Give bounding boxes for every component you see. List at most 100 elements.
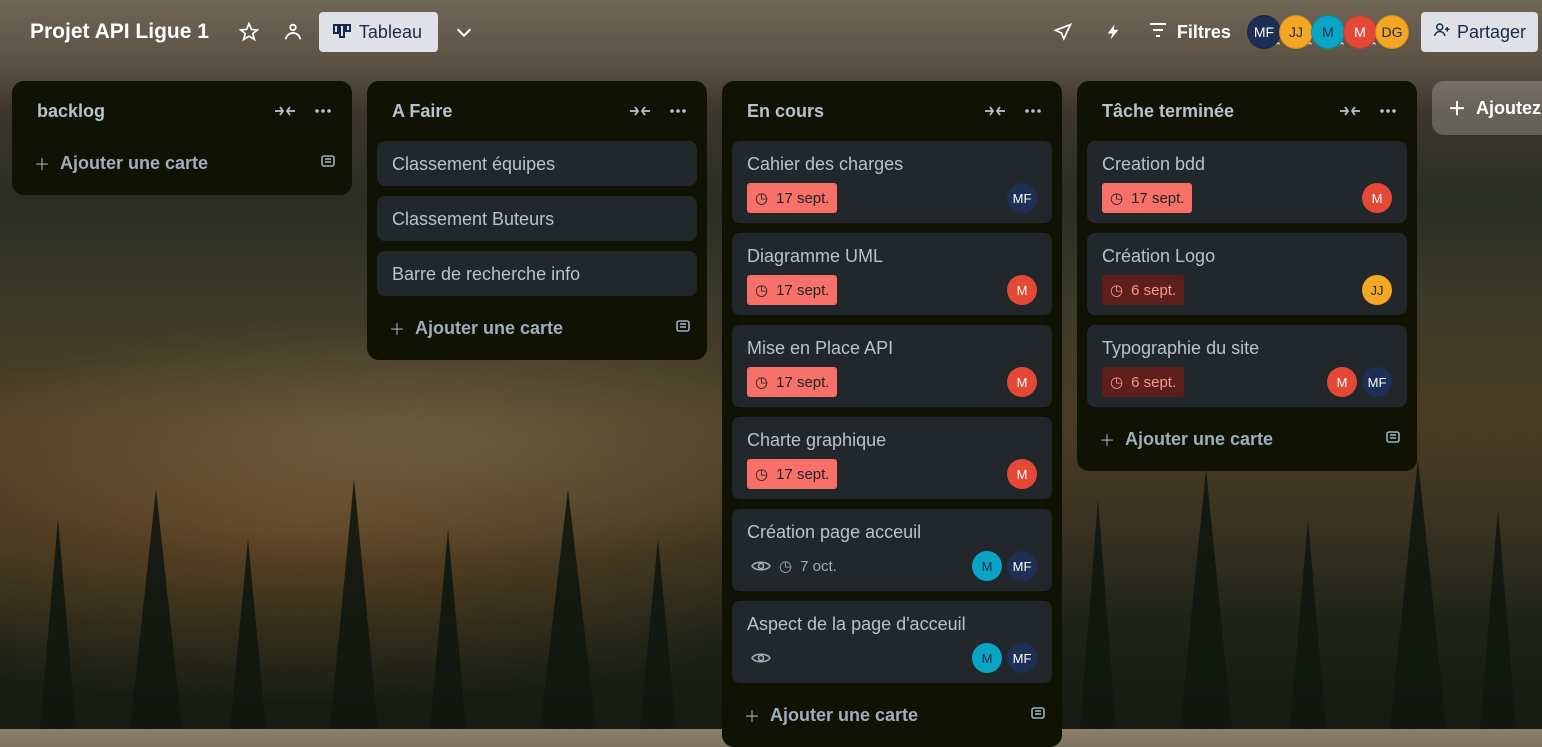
card[interactable]: Mise en Place API ◷ 17 sept. M — [732, 325, 1052, 407]
avatar[interactable]: MF ⌃ — [1246, 15, 1282, 51]
plus-icon: ＋ — [1448, 99, 1466, 119]
collapse-icon[interactable] — [272, 98, 298, 124]
eye-icon — [751, 651, 771, 665]
eye-icon — [751, 559, 771, 573]
more-icon[interactable] — [665, 98, 691, 124]
template-icon[interactable] — [320, 153, 336, 174]
card-title: Création page acceuil — [747, 522, 922, 542]
add-card-button[interactable]: ＋ Ajouter une carte — [732, 693, 1052, 737]
card[interactable]: Charte graphique ◷ 17 sept. M — [732, 417, 1052, 499]
view-switcher-button[interactable]: Tableau — [318, 12, 438, 52]
avatar[interactable]: JJ — [1362, 275, 1392, 305]
avatar[interactable]: M — [972, 551, 1002, 581]
admin-badge-icon: ⌃ — [1338, 41, 1346, 51]
due-date-badge[interactable]: ◷ 6 sept. — [1102, 367, 1185, 397]
due-date-badge[interactable]: ◷ 17 sept. — [1102, 183, 1193, 213]
list-header: A Faire — [377, 81, 697, 141]
card[interactable]: Diagramme UML ◷ 17 sept. M — [732, 233, 1052, 315]
add-list-button[interactable]: ＋ Ajoutez — [1432, 81, 1542, 135]
list-title[interactable]: A Faire — [392, 101, 627, 122]
template-icon[interactable] — [1030, 705, 1046, 726]
add-card-button[interactable]: ＋ Ajouter une carte — [22, 141, 342, 185]
card[interactable]: Creation bdd ◷ 17 sept. M — [1087, 141, 1407, 223]
card[interactable]: Classement Buteurs — [377, 196, 697, 241]
card-title: Mise en Place API — [747, 338, 894, 358]
due-date-badge[interactable]: ◷ 7 oct. — [771, 551, 837, 581]
star-icon[interactable] — [233, 16, 265, 48]
more-icon[interactable] — [1375, 98, 1401, 124]
due-date-badge[interactable]: ◷ 6 sept. — [1102, 275, 1185, 305]
due-date-badge[interactable]: ◷ 17 sept. — [747, 275, 838, 305]
card[interactable]: Classement équipes — [377, 141, 697, 186]
avatar[interactable]: MF — [1007, 551, 1037, 581]
avatar[interactable]: M — [1327, 367, 1357, 397]
due-date: 6 sept. — [1131, 373, 1177, 391]
card[interactable]: Aspect de la page d'acceuil M MF — [732, 601, 1052, 683]
card[interactable]: Création Logo ◷ 6 sept. JJ — [1087, 233, 1407, 315]
template-icon[interactable] — [1385, 429, 1401, 450]
list-title[interactable]: En cours — [747, 101, 982, 122]
due-date: 17 sept. — [1131, 189, 1185, 207]
filters-button[interactable]: Filtres — [1149, 22, 1231, 43]
card-title: Classement Buteurs — [392, 209, 555, 229]
avatar[interactable]: M — [1007, 459, 1037, 489]
board-title[interactable]: Projet API Ligue 1 — [30, 20, 209, 44]
add-card-button[interactable]: ＋ Ajouter une carte — [1087, 417, 1407, 461]
list-title[interactable]: Tâche terminée — [1102, 101, 1337, 122]
card-title: Creation bdd — [1102, 154, 1206, 174]
card[interactable]: Création page acceuil ◷ 7 oct. M MF — [732, 509, 1052, 591]
card[interactable]: Cahier des charges ◷ 17 sept. MF — [732, 141, 1052, 223]
template-icon[interactable] — [675, 318, 691, 339]
due-date-badge[interactable]: ◷ 17 sept. — [747, 183, 838, 213]
list-a-faire: A Faire Classement équipes Classement Bu… — [367, 81, 707, 360]
avatar-initials: DG — [1381, 24, 1403, 40]
list-backlog: backlog ＋ Ajouter une carte — [12, 81, 352, 195]
avatar[interactable]: M — [1362, 183, 1392, 213]
due-date-badge[interactable]: ◷ 17 sept. — [747, 459, 838, 489]
due-date: 17 sept. — [776, 373, 830, 391]
clock-icon: ◷ — [755, 466, 769, 483]
avatar[interactable]: MF — [1007, 643, 1037, 673]
collapse-icon[interactable] — [627, 98, 653, 124]
card[interactable]: Typographie du site ◷ 6 sept. M MF — [1087, 325, 1407, 407]
card-title: Classement équipes — [392, 154, 556, 174]
clock-icon: ◷ — [755, 282, 769, 299]
lightning-icon[interactable] — [1097, 16, 1129, 48]
avatar[interactable]: M ⌃ — [1342, 15, 1378, 51]
card-title: Cahier des charges — [747, 154, 904, 174]
avatar[interactable]: M — [1007, 275, 1037, 305]
more-icon[interactable] — [1020, 98, 1046, 124]
avatar[interactable]: MF — [1362, 367, 1392, 397]
due-date: 6 sept. — [1131, 281, 1177, 299]
avatar[interactable]: M — [1007, 367, 1037, 397]
filter-icon — [1149, 22, 1167, 43]
admin-badge-icon: ⌃ — [1306, 41, 1314, 51]
plus-icon: ＋ — [744, 709, 761, 726]
list-title[interactable]: backlog — [37, 101, 272, 122]
plus-icon: ＋ — [389, 322, 406, 339]
share-button[interactable]: Partager — [1420, 12, 1538, 52]
avatar[interactable]: M ⌃ — [1310, 15, 1346, 51]
collapse-icon[interactable] — [1337, 98, 1363, 124]
due-date-badge[interactable]: ◷ 17 sept. — [747, 367, 838, 397]
avatar[interactable]: M — [972, 643, 1002, 673]
visibility-icon[interactable] — [277, 16, 309, 48]
add-card-button[interactable]: ＋ Ajouter une carte — [377, 306, 697, 350]
more-icon[interactable] — [310, 98, 336, 124]
card[interactable]: Barre de recherche info — [377, 251, 697, 296]
add-card-label: Ajouter une carte — [770, 704, 919, 725]
add-card-label: Ajouter une carte — [415, 317, 564, 338]
chevron-down-icon[interactable] — [448, 16, 480, 48]
card-title: Diagramme UML — [747, 246, 884, 266]
avatar[interactable]: DG — [1374, 15, 1409, 49]
add-card-label: Ajouter une carte — [1125, 428, 1274, 449]
collapse-icon[interactable] — [982, 98, 1008, 124]
due-date: 7 oct. — [800, 557, 837, 575]
card-title: Charte graphique — [747, 430, 887, 450]
rocket-icon[interactable] — [1047, 16, 1079, 48]
clock-icon: ◷ — [1110, 190, 1124, 207]
avatar[interactable]: JJ ⌃ — [1278, 15, 1314, 51]
card-title: Création Logo — [1102, 246, 1216, 266]
clock-icon: ◷ — [1110, 374, 1124, 391]
avatar[interactable]: MF — [1007, 183, 1037, 213]
